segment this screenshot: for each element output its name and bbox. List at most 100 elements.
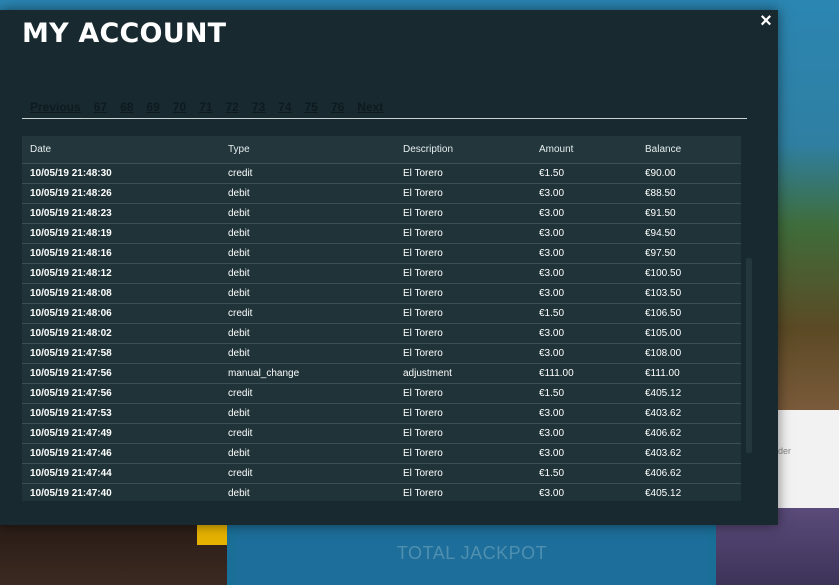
pagination-page-link[interactable]: 72	[226, 100, 239, 114]
cell-type: debit	[220, 183, 395, 204]
cell-description: El Torero	[395, 163, 531, 184]
cell-description: El Torero	[395, 243, 531, 264]
cell-date: 10/05/19 21:47:58	[22, 343, 220, 364]
cell-date: 10/05/19 21:47:44	[22, 463, 220, 484]
background-side-text: der	[778, 446, 792, 456]
cell-balance: €405.12	[637, 483, 741, 501]
cell-type: credit	[220, 303, 395, 324]
column-header-description: Description	[395, 136, 531, 164]
cell-date: 10/05/19 21:47:40	[22, 483, 220, 501]
cell-type: manual_change	[220, 363, 395, 384]
cell-date: 10/05/19 21:48:12	[22, 263, 220, 284]
cell-date: 10/05/19 21:47:53	[22, 403, 220, 424]
table-body: 10/05/19 21:48:30 credit El Torero €1.50 €90…	[22, 163, 741, 501]
cell-amount: €3.00	[531, 263, 637, 284]
cell-amount: €3.00	[531, 423, 637, 444]
background-side-panel: der	[778, 410, 839, 510]
account-modal: MY ACCOUNT × Previous 67 68 69 70 71 72 73 74 75…	[0, 10, 778, 525]
table-row: 10/05/19 21:48:16 debit El Torero €3.00 €97.…	[22, 243, 741, 264]
cell-description: El Torero	[395, 223, 531, 244]
cell-description: El Torero	[395, 203, 531, 224]
cell-date: 10/05/19 21:48:08	[22, 283, 220, 304]
cell-type: debit	[220, 343, 395, 364]
cell-description: El Torero	[395, 323, 531, 344]
cell-balance: €90.00	[637, 163, 741, 184]
cell-type: debit	[220, 223, 395, 244]
table-row: 10/05/19 21:48:08 debit El Torero €3.00 €103…	[22, 283, 741, 304]
pagination: Previous 67 68 69 70 71 72 73 74 75 76 Next	[30, 100, 396, 114]
pagination-page-link[interactable]: 67	[94, 100, 107, 114]
cell-balance: €94.50	[637, 223, 741, 244]
table-row: 10/05/19 21:47:46 debit El Torero €3.00 €403…	[22, 443, 741, 464]
cell-balance: €97.50	[637, 243, 741, 264]
cell-type: credit	[220, 423, 395, 444]
background-game-tile[interactable]	[0, 525, 227, 585]
cell-balance: €108.00	[637, 343, 741, 364]
cell-type: debit	[220, 263, 395, 284]
background-tile-ribbon	[197, 525, 227, 545]
pagination-page-link[interactable]: 71	[199, 100, 212, 114]
pagination-previous-link[interactable]: Previous	[30, 100, 81, 114]
table-row: 10/05/19 21:47:58 debit El Torero €3.00 €108…	[22, 343, 741, 364]
pagination-page-link[interactable]: 75	[305, 100, 318, 114]
cell-balance: €406.62	[637, 463, 741, 484]
cell-description: El Torero	[395, 383, 531, 404]
cell-amount: €3.00	[531, 343, 637, 364]
cell-amount: €3.00	[531, 403, 637, 424]
table-scrollbar[interactable]	[746, 258, 752, 453]
cell-date: 10/05/19 21:47:56	[22, 363, 220, 384]
cell-description: El Torero	[395, 303, 531, 324]
table-row: 10/05/19 21:47:40 debit El Torero €3.00 €405…	[22, 483, 741, 501]
cell-balance: €103.50	[637, 283, 741, 304]
pagination-page-link[interactable]: 76	[331, 100, 344, 114]
cell-amount: €3.00	[531, 223, 637, 244]
cell-description: El Torero	[395, 263, 531, 284]
pagination-next-link[interactable]: Next	[357, 100, 383, 114]
cell-type: debit	[220, 203, 395, 224]
table-row: 10/05/19 21:48:12 debit El Torero €3.00 €100…	[22, 263, 741, 284]
cell-description: El Torero	[395, 423, 531, 444]
cell-amount: €3.00	[531, 203, 637, 224]
close-icon[interactable]: ×	[757, 10, 775, 32]
cell-type: debit	[220, 403, 395, 424]
jackpot-panel: TOTAL JACKPOT	[236, 525, 708, 585]
cell-description: El Torero	[395, 463, 531, 484]
cell-date: 10/05/19 21:48:06	[22, 303, 220, 324]
column-header-balance: Balance	[637, 136, 741, 164]
cell-description: El Torero	[395, 183, 531, 204]
table-row: 10/05/19 21:48:06 credit El Torero €1.50 €10…	[22, 303, 741, 324]
cell-description: adjustment	[395, 363, 531, 384]
cell-amount: €1.50	[531, 303, 637, 324]
cell-type: credit	[220, 463, 395, 484]
table-row: 10/05/19 21:48:23 debit El Torero €3.00 €91.…	[22, 203, 741, 224]
cell-amount: €3.00	[531, 483, 637, 501]
cell-balance: €106.50	[637, 303, 741, 324]
cell-balance: €403.62	[637, 443, 741, 464]
cell-date: 10/05/19 21:47:49	[22, 423, 220, 444]
column-header-type: Type	[220, 136, 395, 164]
table-row: 10/05/19 21:47:53 debit El Torero €3.00 €403…	[22, 403, 741, 424]
cell-balance: €91.50	[637, 203, 741, 224]
cell-date: 10/05/19 21:48:02	[22, 323, 220, 344]
pagination-page-link[interactable]: 70	[173, 100, 186, 114]
table-row: 10/05/19 21:47:49 credit El Torero €3.00 €40…	[22, 423, 741, 444]
pagination-page-link[interactable]: 74	[278, 100, 291, 114]
cell-type: debit	[220, 283, 395, 304]
pagination-page-link[interactable]: 73	[252, 100, 265, 114]
cell-date: 10/05/19 21:48:23	[22, 203, 220, 224]
cell-type: debit	[220, 483, 395, 501]
table-row: 10/05/19 21:48:26 debit El Torero €3.00 €88.…	[22, 183, 741, 204]
cell-description: El Torero	[395, 483, 531, 501]
pagination-page-link[interactable]: 69	[146, 100, 159, 114]
table-row: 10/05/19 21:47:56 manual_change adjustment…	[22, 363, 741, 384]
table-row: 10/05/19 21:47:44 credit El Torero €1.50 €40…	[22, 463, 741, 484]
cell-balance: €111.00	[637, 363, 741, 384]
cell-type: debit	[220, 443, 395, 464]
cell-date: 10/05/19 21:47:46	[22, 443, 220, 464]
cell-amount: €3.00	[531, 183, 637, 204]
cell-type: debit	[220, 243, 395, 264]
cell-description: El Torero	[395, 403, 531, 424]
cell-description: El Torero	[395, 343, 531, 364]
cell-balance: €105.00	[637, 323, 741, 344]
pagination-page-link[interactable]: 68	[120, 100, 133, 114]
